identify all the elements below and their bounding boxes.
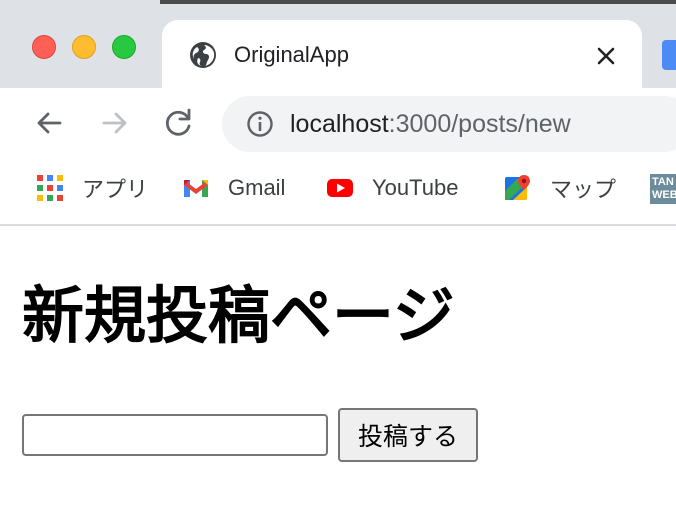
post-submit-button[interactable]: 投稿する [338, 408, 478, 462]
tab-close-icon[interactable] [592, 42, 620, 70]
tan-web-icon[interactable]: TAN WEB [650, 174, 676, 204]
next-tab-favicon[interactable] [662, 40, 676, 70]
back-arrow-icon[interactable] [32, 106, 66, 140]
reload-icon[interactable] [162, 106, 196, 140]
page-title: 新規投稿ページ [22, 279, 455, 352]
page-content: 新規投稿ページ 投稿する [0, 226, 676, 518]
address-bar[interactable]: localhost:3000/posts/new [222, 96, 676, 152]
bookmarks-bar: アプリ Gmail YouTube マップ TAN WEB [0, 160, 676, 226]
bookmark-label: YouTube [372, 175, 459, 200]
bookmark-apps[interactable]: アプリ [36, 172, 148, 204]
site-info-icon[interactable] [246, 110, 274, 138]
window-minimize-button[interactable] [72, 35, 96, 59]
bookmark-label: マップ [550, 177, 617, 202]
maps-icon [505, 175, 530, 200]
globe-icon [190, 42, 216, 68]
window-close-button[interactable] [32, 35, 56, 59]
tab-title: OriginalApp [234, 42, 349, 67]
gmail-icon [184, 180, 208, 197]
window-maximize-button[interactable] [112, 35, 136, 59]
bookmark-youtube[interactable]: YouTube [326, 172, 458, 204]
apps-grid-icon [37, 175, 63, 201]
tab-strip-top-edge [160, 0, 676, 4]
browser-window: OriginalApp localhost:3000/posts/new アプリ… [0, 0, 676, 518]
url-path: :3000/posts/new [388, 110, 571, 138]
bookmark-label: アプリ [82, 177, 149, 202]
bookmark-maps[interactable]: マップ [504, 172, 616, 204]
url-text[interactable]: localhost:3000/posts/new [290, 109, 571, 139]
forward-arrow-icon[interactable] [98, 106, 132, 140]
bookmark-gmail[interactable]: Gmail [182, 172, 285, 204]
bookmark-label: Gmail [228, 175, 286, 200]
post-text-input[interactable] [22, 414, 328, 456]
browser-toolbar: localhost:3000/posts/new [0, 88, 676, 160]
tab-strip: OriginalApp [0, 0, 676, 88]
youtube-icon [327, 179, 353, 197]
url-host: localhost [290, 110, 389, 138]
tab-active[interactable]: OriginalApp [162, 20, 642, 88]
